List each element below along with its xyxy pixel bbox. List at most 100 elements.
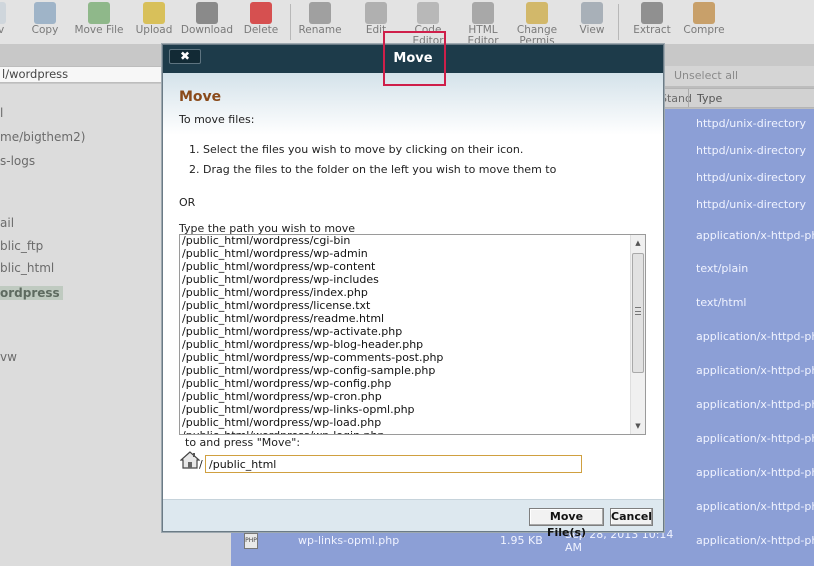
file-type-cell: application/x-httpd-php — [696, 330, 814, 343]
path-list-item[interactable]: /public_html/wordpress/wp-activate.php — [182, 325, 402, 338]
destination-path-input[interactable] — [205, 455, 582, 473]
toolbar-button-label: Delete — [243, 24, 279, 36]
toolbar-button-label: Download — [180, 24, 234, 36]
path-list-item[interactable]: /public_html/wordpress/wp-admin — [182, 247, 368, 260]
path-list-item[interactable]: /public_html/wordpress/wp-blog-header.ph… — [182, 338, 423, 351]
php-file-icon[interactable]: PHP — [244, 533, 258, 549]
file-type-cell: application/x-httpd-php — [696, 500, 814, 513]
toolbar-separator — [290, 4, 291, 40]
toolbar-button-8[interactable]: HTML Editor — [460, 0, 506, 47]
file-type-cell: application/x-httpd-php — [696, 534, 814, 547]
toolbar-button-5[interactable]: Rename — [297, 0, 343, 44]
file-type-cell: text/html — [696, 296, 747, 309]
tree-item[interactable]: ail — [0, 216, 14, 230]
toolbar-button-label: Compre — [683, 24, 725, 36]
toolbar-clipped-left[interactable]: v — [0, 0, 10, 44]
path-list-scrollbar[interactable]: ▲ ▼ — [630, 235, 645, 434]
file-type-cell: application/x-httpd-php — [696, 398, 814, 411]
rename-icon — [309, 2, 331, 24]
dialog-footer: Move File(s) Cancel — [163, 499, 663, 539]
path-list-item[interactable]: /public_html/wordpress/index.php — [182, 286, 368, 299]
clipped-label-1: v — [0, 24, 5, 36]
instruction-step-2: 2. Drag the files to the folder on the l… — [189, 163, 557, 176]
tree-item[interactable]: l — [0, 106, 3, 120]
file-type-cell: httpd/unix-directory — [696, 171, 806, 184]
close-button[interactable]: ✖ — [169, 49, 201, 64]
unselect-all-link[interactable]: Unselect all — [674, 69, 738, 82]
current-path-field[interactable]: l/wordpress — [0, 66, 163, 83]
html-editor-icon — [472, 2, 494, 24]
dialog-heading: Move — [179, 89, 222, 105]
destination-label: to and press "Move": — [185, 436, 301, 449]
toolbar-button-label: Copy — [31, 24, 59, 36]
code-editor-icon — [417, 2, 439, 24]
toolbar-button-9[interactable]: Change Permis — [513, 0, 561, 47]
upload-icon — [143, 2, 165, 24]
copy-icon — [34, 2, 56, 24]
cancel-button[interactable]: Cancel — [610, 508, 653, 526]
toolbar-button-4[interactable]: Delete — [238, 0, 284, 44]
tree-item[interactable]: vw — [0, 350, 17, 364]
file-type-cell: httpd/unix-directory — [696, 198, 806, 211]
toolbar-button-1[interactable]: Move File — [72, 0, 126, 44]
path-list-item[interactable]: /public_html/wordpress/wp-config.php — [182, 377, 391, 390]
delete-icon — [250, 2, 272, 24]
path-list-item[interactable]: /public_html/wordpress/wp-includes — [182, 273, 379, 286]
tree-item[interactable]: blic_ftp — [0, 239, 43, 253]
grip-icon — [635, 307, 641, 315]
path-root-slash: / — [199, 458, 203, 471]
move-file-icon — [88, 2, 110, 24]
toolbar-separator — [618, 4, 619, 40]
toolbar-button-label: Extract — [633, 24, 671, 36]
file-type-cell: httpd/unix-directory — [696, 144, 806, 157]
path-list-item[interactable]: /public_html/wordpress/wp-content — [182, 260, 375, 273]
tree-item[interactable]: s-logs — [0, 154, 35, 168]
tree-item[interactable]: me/bigthem2) — [0, 130, 85, 144]
extract-icon — [641, 2, 663, 24]
toolbar-button-12[interactable]: Compre — [680, 0, 728, 44]
move-files-button[interactable]: Move File(s) — [529, 508, 604, 539]
toolbar-button-11[interactable]: Extract — [628, 0, 676, 44]
scroll-thumb[interactable] — [632, 253, 644, 373]
toolbar-button-2[interactable]: Upload — [132, 0, 176, 44]
file-name[interactable]: wp-links-opml.php — [298, 534, 399, 547]
move-dialog: Move ✖ Move To move files: 1. Select the… — [162, 44, 664, 539]
path-list-item[interactable]: /public_html/wordpress/wp-config-sample.… — [182, 364, 435, 377]
path-list-item[interactable]: /public_html/wordpress/wp-comments-post.… — [182, 351, 443, 364]
file-type-cell: httpd/unix-directory — [696, 117, 806, 130]
clipped-icon — [0, 2, 6, 24]
file-type-cell: application/x-httpd-php — [696, 364, 814, 377]
change-permissions-icon — [526, 2, 548, 24]
scroll-down-icon[interactable]: ▼ — [631, 419, 645, 433]
file-type-cell: application/x-httpd-php — [696, 466, 814, 479]
path-list-item[interactable]: /public_html/wordpress/wp-links-opml.php — [182, 403, 415, 416]
file-type-cell: text/plain — [696, 262, 749, 275]
scroll-up-icon[interactable]: ▲ — [631, 236, 645, 250]
home-icon[interactable] — [180, 451, 200, 469]
column-divider — [688, 89, 689, 107]
edit-icon — [365, 2, 387, 24]
path-list-item[interactable]: /public_html/wordpress/wp-cron.php — [182, 390, 382, 403]
toolbar-button-0[interactable]: Copy — [20, 0, 70, 44]
file-date-line2: AM — [565, 541, 583, 554]
path-list[interactable]: /public_html/wordpress/cgi-bin/public_ht… — [179, 234, 646, 435]
path-list-item[interactable]: /public_html/wordpress/wp-load.php — [182, 416, 381, 429]
toolbar-button-label: Move File — [74, 24, 124, 36]
file-type-cell: application/x-httpd-php — [696, 432, 814, 445]
path-list-item[interactable]: /public_html/wordpress/cgi-bin — [182, 235, 350, 247]
tree-item[interactable]: ordpress — [0, 286, 63, 300]
toolbar-button-10[interactable]: View — [572, 0, 612, 44]
download-icon — [196, 2, 218, 24]
annotation-highlight-box — [383, 31, 446, 86]
toolbar-button-3[interactable]: Download — [180, 0, 234, 44]
instructions-intro: To move files: — [179, 113, 255, 126]
path-list-item[interactable]: /public_html/wordpress/license.txt — [182, 299, 370, 312]
tree-item[interactable]: blic_html — [0, 261, 54, 275]
path-list-item[interactable]: /public_html/wordpress/readme.html — [182, 312, 384, 325]
close-icon: ✖ — [179, 49, 191, 63]
view-icon — [581, 2, 603, 24]
file-size: 1.95 KB — [500, 534, 543, 547]
compress-icon — [693, 2, 715, 24]
column-type[interactable]: Type — [697, 92, 722, 105]
path-list-item[interactable]: /public_html/wordpress/wp-login.php — [182, 429, 384, 434]
